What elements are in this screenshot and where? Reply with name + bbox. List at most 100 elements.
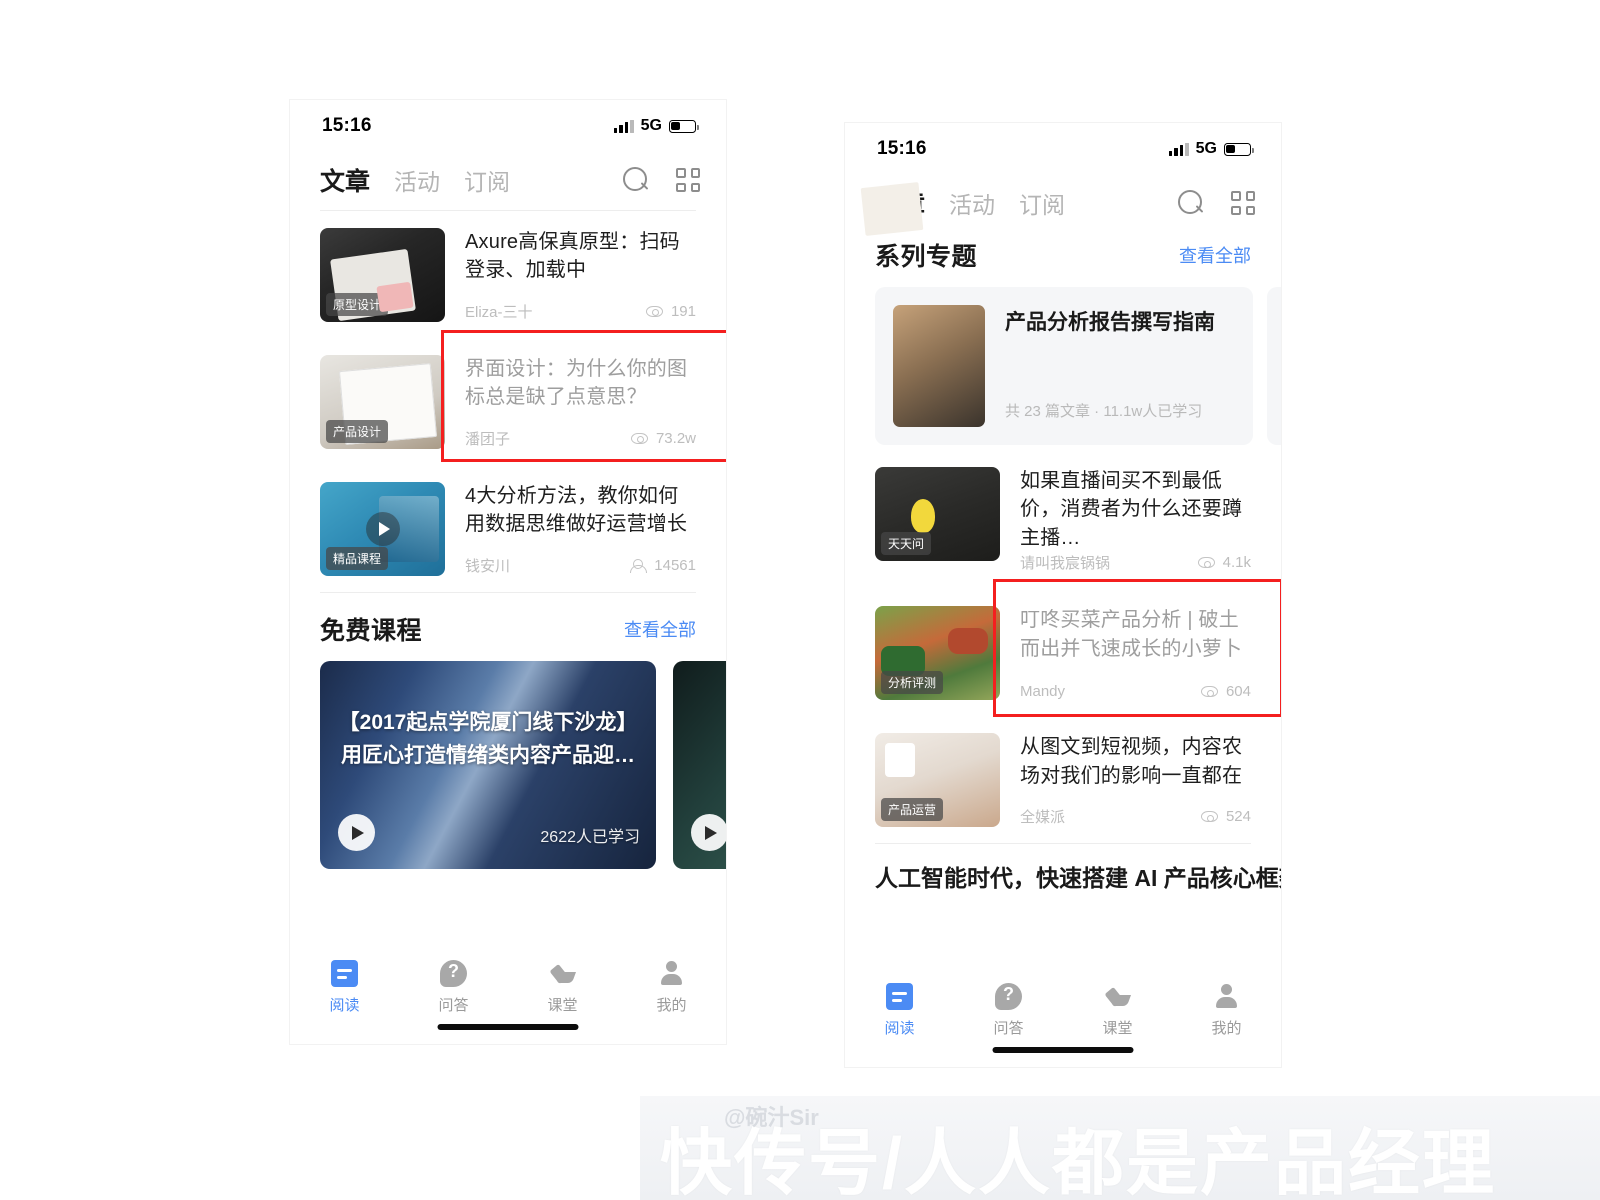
status-bar: 15:16 5G xyxy=(290,100,726,152)
series-meta: 共 23 篇文章 · 11.1w人已学习 xyxy=(1005,403,1203,420)
article-meta: 请叫我宸锅锅 4.1k xyxy=(1020,552,1251,573)
article-learner-count: 14561 xyxy=(629,557,696,574)
status-bar: 15:16 5G xyxy=(845,123,1281,175)
article-thumbnail: 精品课程 xyxy=(320,482,445,576)
bottom-tab-bar: 阅读 问答 课堂 我的 xyxy=(290,948,726,1044)
tab-read[interactable]: 阅读 xyxy=(290,960,399,1015)
article-row[interactable]: 天天问 如果直播间买不到最低价，消费者为什么还要蹲主播… 请叫我宸锅锅 4.1k xyxy=(845,445,1281,589)
article-row[interactable]: 产品设计 界面设计：为什么你的图标总是缺了点意思？ 潘团子 73.2w xyxy=(290,330,726,465)
article-row[interactable]: 分析评测 叮咚买菜产品分析 | 破土而出并飞速成长的小萝卜 Mandy 604 xyxy=(845,579,1281,718)
article-tag: 产品设计 xyxy=(326,420,389,443)
grid-icon[interactable] xyxy=(676,168,700,192)
article-thumbnail: 原型设计 xyxy=(320,228,445,322)
article-meta: 钱安川 14561 xyxy=(465,555,696,576)
article-row[interactable]: 精品课程 4大分析方法，教你如何用数据思维做好运营增长 钱安川 14561 xyxy=(290,465,726,592)
article-title: 从图文到短视频，内容农场对我们的影响一直都在 xyxy=(1020,736,1243,787)
tab-label: 阅读 xyxy=(329,997,360,1014)
series-card[interactable]: 产品分析报告撰写指南 共 23 篇文章 · 11.1w人已学习 xyxy=(875,287,1253,445)
nav-tab-activities[interactable]: 活动 xyxy=(394,163,440,197)
article-author: 潘团子 xyxy=(465,431,511,448)
tab-label: 我的 xyxy=(656,997,687,1014)
view-count-value: 4.1k xyxy=(1222,554,1251,572)
view-count-value: 604 xyxy=(1225,683,1251,701)
phone-mockup-right: 15:16 5G 文章 活动 订阅 系列专题 查看全部 xyxy=(845,123,1281,1067)
tab-read[interactable]: 阅读 xyxy=(845,983,954,1038)
nav-icons xyxy=(1178,189,1255,217)
tab-class[interactable]: 课堂 xyxy=(1063,983,1172,1038)
phone-mockup-left: 15:16 5G 文章 活动 订阅 原型设计 Axure高保真原型：扫码登录、加… xyxy=(290,100,726,1044)
article-title: 界面设计：为什么你的图标总是缺了点意思？ xyxy=(465,358,688,409)
article-title: 4大分析方法，教你如何用数据思维做好运营增长 xyxy=(465,485,688,536)
read-icon xyxy=(886,983,913,1010)
article-view-count: 191 xyxy=(645,303,696,320)
nav-tab-activities[interactable]: 活动 xyxy=(949,186,995,220)
screenshot-canvas: 15:16 5G 文章 活动 订阅 原型设计 Axure高保真原型：扫码登录、加… xyxy=(0,0,1600,1200)
profile-icon xyxy=(1213,983,1240,1010)
view-count-value: 524 xyxy=(1225,808,1251,826)
course-learner-count: 2622人已学习 xyxy=(540,829,640,846)
nav-tab-subscriptions[interactable]: 订阅 xyxy=(1019,186,1065,220)
bottom-tab-bar: 阅读 问答 课堂 我的 xyxy=(845,971,1281,1067)
article-meta: 潘团子 73.2w xyxy=(465,428,696,449)
article-thumbnail: 分析评测 xyxy=(875,606,1000,701)
search-icon[interactable] xyxy=(1178,189,1205,217)
play-icon[interactable] xyxy=(338,814,375,851)
next-article-title: 人工智能时代，快速搭建 AI 产品核心框架， xyxy=(875,865,1281,892)
article-tag: 精品课程 xyxy=(326,547,389,570)
article-author: 全媒派 xyxy=(1020,809,1066,827)
article-author: Mandy xyxy=(1020,683,1066,701)
article-view-count: 4.1k xyxy=(1197,554,1251,572)
course-carousel[interactable]: 【2017起点学院厦门线下沙龙】用匠心打造情绪类内容产品迎… 2622人已学习 … xyxy=(290,661,726,869)
tab-label: 问答 xyxy=(438,997,469,1014)
article-title: 叮咚买菜产品分析 | 破土而出并飞速成长的小萝卜 xyxy=(1020,609,1243,660)
nav-tab-subscriptions[interactable]: 订阅 xyxy=(464,163,510,197)
article-view-count: 604 xyxy=(1200,683,1251,701)
view-all-link[interactable]: 查看全部 xyxy=(624,616,696,642)
article-row[interactable]: 产品运营 从图文到短视频，内容农场对我们的影响一直都在 全媒派 524 xyxy=(845,716,1281,843)
play-icon[interactable] xyxy=(365,512,400,546)
tab-profile[interactable]: 我的 xyxy=(617,960,726,1015)
view-count-value: 191 xyxy=(670,303,696,320)
article-tag: 产品运营 xyxy=(881,798,944,822)
question-icon xyxy=(440,958,467,987)
class-icon xyxy=(549,960,576,987)
eye-icon xyxy=(630,433,648,444)
course-card[interactable]: 【2017起点学院厦门线下沙龙】用匠心打造情绪类内容产品迎… 2622人已学习 xyxy=(320,661,656,869)
article-row[interactable]: 原型设计 Axure高保真原型：扫码登录、加载中 Eliza-三十 191 xyxy=(290,211,726,338)
tab-qa[interactable]: 问答 xyxy=(954,981,1063,1038)
article-tag: 天天问 xyxy=(881,532,932,555)
status-time: 15:16 xyxy=(877,138,927,159)
network-label: 5G xyxy=(1195,140,1217,157)
article-thumbnail: 产品设计 xyxy=(320,355,445,449)
series-title: 产品分析报告撰写指南 xyxy=(1005,311,1215,334)
tab-label: 我的 xyxy=(1211,1020,1242,1037)
battery-icon xyxy=(1224,142,1254,156)
play-icon[interactable] xyxy=(691,814,726,851)
article-body: Axure高保真原型：扫码登录、加载中 Eliza-三十 191 xyxy=(465,228,696,322)
course-card[interactable]: 【20 你在 xyxy=(673,661,726,869)
eye-icon xyxy=(1200,686,1218,698)
question-icon xyxy=(995,981,1022,1010)
signal-icon xyxy=(613,119,634,133)
grid-icon[interactable] xyxy=(1231,191,1255,215)
article-meta: 全媒派 524 xyxy=(1020,806,1251,827)
eye-icon xyxy=(645,306,663,317)
top-nav-bar: 文章 活动 订阅 xyxy=(290,152,726,210)
class-icon xyxy=(1104,983,1131,1010)
article-meta: Eliza-三十 191 xyxy=(465,301,696,322)
tab-class[interactable]: 课堂 xyxy=(508,960,617,1015)
tab-profile[interactable]: 我的 xyxy=(1172,983,1281,1038)
series-card-partial[interactable] xyxy=(1267,287,1281,445)
eye-icon xyxy=(1197,557,1215,569)
nav-tab-articles[interactable]: 文章 xyxy=(320,162,370,198)
series-body: 产品分析报告撰写指南 共 23 篇文章 · 11.1w人已学习 xyxy=(1005,305,1235,427)
course-title: 【20 你在 xyxy=(673,707,726,740)
status-time: 15:16 xyxy=(322,115,372,136)
view-all-link[interactable]: 查看全部 xyxy=(1179,242,1251,268)
series-carousel[interactable]: 产品分析报告撰写指南 共 23 篇文章 · 11.1w人已学习 xyxy=(845,287,1281,445)
tab-label: 阅读 xyxy=(884,1020,915,1037)
article-author: Eliza-三十 xyxy=(465,304,533,321)
tab-qa[interactable]: 问答 xyxy=(399,958,508,1015)
search-icon[interactable] xyxy=(623,166,650,194)
tab-label: 课堂 xyxy=(1102,1020,1133,1037)
